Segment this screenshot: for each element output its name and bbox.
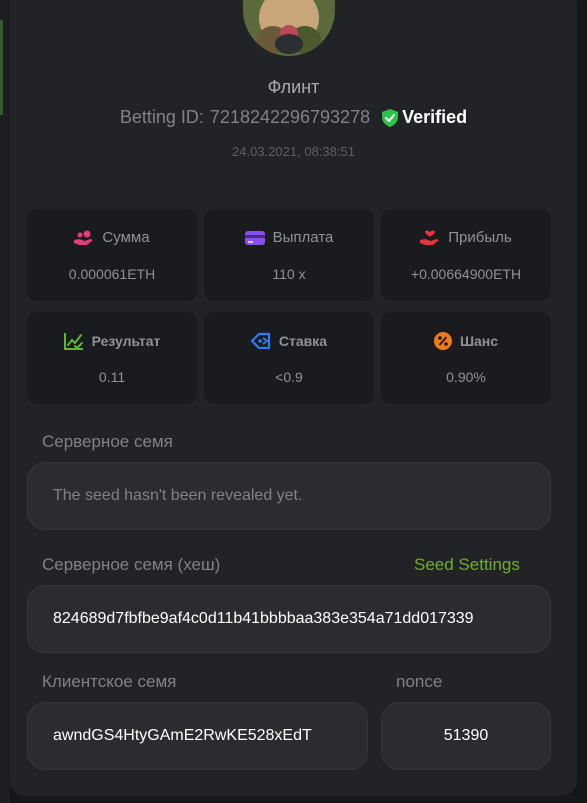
server-seed-hash-value: 824689d7fbfbe9af4c0d11b41bbbbaa383e354a7… bbox=[53, 610, 474, 627]
stat-card-profit: Прибыль +0.00664900ETH bbox=[381, 209, 551, 301]
shield-check-icon bbox=[382, 108, 399, 127]
stat-card-stake: Ставка <0.9 bbox=[204, 312, 374, 404]
stat-label: Выплата bbox=[272, 229, 334, 246]
stat-label: Результат bbox=[91, 333, 161, 349]
betting-id-value: 7218242296793278 bbox=[209, 107, 371, 127]
stat-value: <0.9 bbox=[275, 369, 303, 385]
stat-value: 0.000061ETH bbox=[68, 266, 156, 282]
chart-check-icon bbox=[63, 333, 83, 350]
stat-value: 110 x bbox=[272, 266, 306, 282]
hand-heart-icon bbox=[420, 230, 440, 245]
stat-label: Прибыль bbox=[448, 229, 512, 246]
stat-label: Сумма bbox=[102, 229, 150, 246]
nonce-value: 51390 bbox=[443, 727, 489, 744]
credit-card-icon bbox=[244, 230, 265, 245]
client-seed-label: Клиентское семя bbox=[42, 672, 177, 691]
bet-datetime: 24.03.2021, 08:38:51 bbox=[232, 144, 355, 159]
stat-card-amount: Сумма 0.000061ETH bbox=[27, 209, 197, 301]
stat-card-chance: Шанс 0.90% bbox=[381, 312, 551, 404]
backdrop-accent bbox=[0, 20, 3, 115]
nonce-field[interactable]: 51390 bbox=[381, 702, 551, 770]
betting-id-label: Betting ID: bbox=[119, 107, 204, 127]
stat-value: +0.00664900ETH bbox=[410, 266, 522, 282]
seed-settings-link[interactable]: Seed Settings bbox=[414, 555, 520, 575]
verified-badge: Verified bbox=[382, 107, 467, 128]
stat-label: Шанс bbox=[459, 333, 499, 349]
stat-card-payout: Выплата 110 x bbox=[204, 209, 374, 301]
client-seed-value: awndGS4HtyGAmE2RwKE528xEdT bbox=[53, 727, 312, 744]
verified-label: Verified bbox=[402, 107, 468, 127]
stat-value: 0.90% bbox=[446, 369, 486, 385]
player-name: Флинт bbox=[267, 77, 320, 97]
server-seed-value: The seed hasn't been revealed yet. bbox=[53, 487, 303, 504]
stat-card-result: Результат 0.11 bbox=[27, 312, 197, 404]
server-seed-hash-field[interactable]: 824689d7fbfbe9af4c0d11b41bbbbaa383e354a7… bbox=[27, 585, 551, 653]
server-seed-field[interactable]: The seed hasn't been revealed yet. bbox=[27, 462, 551, 530]
stat-label: Ставка bbox=[278, 333, 328, 349]
tag-icon bbox=[250, 332, 271, 350]
coins-hand-icon bbox=[74, 230, 94, 245]
stat-value: 0.11 bbox=[98, 369, 126, 385]
betting-id-row: Betting ID: 7218242296793278 Verified bbox=[0, 107, 587, 128]
percent-icon bbox=[433, 332, 452, 350]
server-seed-label: Серверное семя bbox=[42, 432, 173, 451]
client-seed-field[interactable]: awndGS4HtyGAmE2RwKE528xEdT bbox=[27, 702, 368, 770]
nonce-label: nonce bbox=[396, 672, 443, 691]
server-seed-hash-label: Серверное семя (хеш) bbox=[42, 555, 221, 574]
